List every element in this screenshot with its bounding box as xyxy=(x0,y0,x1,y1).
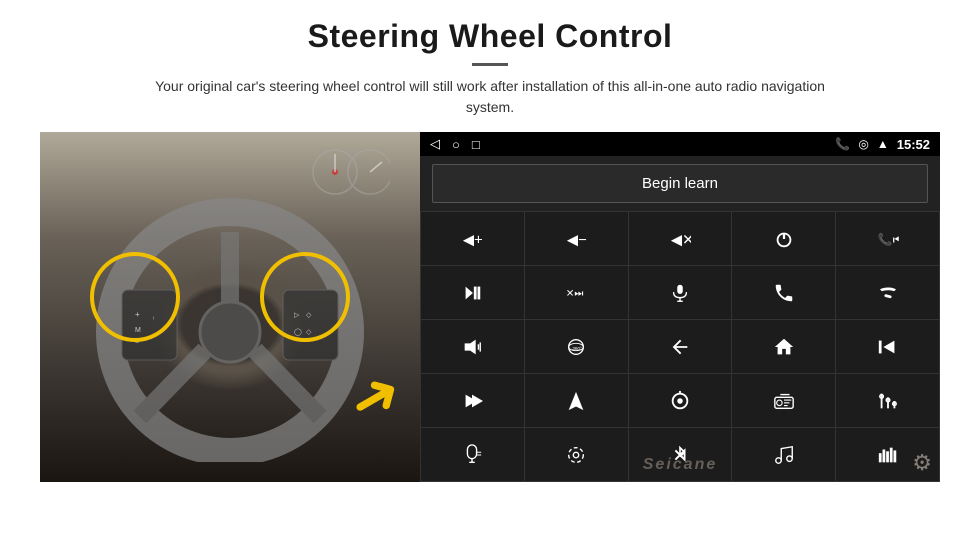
begin-learn-row: Begin learn xyxy=(420,156,940,211)
mic-button[interactable] xyxy=(629,266,732,319)
settings3-button[interactable] xyxy=(525,428,628,481)
svg-text:📞⏮: 📞⏮ xyxy=(878,231,899,246)
voice-button[interactable] xyxy=(421,428,524,481)
highlight-circle-right xyxy=(260,252,350,342)
vol-up-button[interactable]: ◀+ xyxy=(421,212,524,265)
equalizer-button[interactable] xyxy=(836,374,939,427)
music-button[interactable] xyxy=(732,428,835,481)
svg-text:◀+: ◀+ xyxy=(463,232,483,248)
control-grid: ◀+ ◀− ◀✕ xyxy=(420,211,940,482)
mute-button[interactable]: ◀✕ xyxy=(629,212,732,265)
vol-down-button[interactable]: ◀− xyxy=(525,212,628,265)
content-area: + M − ↑ ↵ ▷ ◇ ◯ ◇ ➜ ◁ xyxy=(40,132,940,482)
phone-prev-button[interactable]: 📞⏮ xyxy=(836,212,939,265)
car-image: + M − ↑ ↵ ▷ ◇ ◯ ◇ ➜ xyxy=(40,132,420,482)
home-nav-icon: ○ xyxy=(452,137,460,152)
status-bar-right: 📞 ◎ ▲ 15:52 xyxy=(835,137,930,152)
power-button[interactable] xyxy=(732,212,835,265)
status-time: 15:52 xyxy=(897,137,930,152)
highlight-circle-left xyxy=(90,252,180,342)
horn-button[interactable] xyxy=(421,320,524,373)
svg-text:✕⏭: ✕⏭ xyxy=(566,288,584,299)
title-section: Steering Wheel Control Your original car… xyxy=(40,18,940,118)
bluetooth-button[interactable] xyxy=(629,428,732,481)
svg-text:◀✕: ◀✕ xyxy=(671,232,691,248)
hangup-button[interactable] xyxy=(836,266,939,319)
surround-360-button[interactable]: 360° xyxy=(525,320,628,373)
svg-text:◀−: ◀− xyxy=(567,232,587,248)
status-bar-nav-icons: ◁ ○ □ xyxy=(430,136,480,152)
home-button[interactable] xyxy=(732,320,835,373)
page-wrapper: Steering Wheel Control Your original car… xyxy=(0,0,980,548)
recents-nav-icon: □ xyxy=(472,137,480,152)
gear-settings-icon[interactable]: ⚙ xyxy=(912,450,932,476)
call-button[interactable] xyxy=(732,266,835,319)
skip-next2-button[interactable] xyxy=(421,374,524,427)
next-track-button[interactable] xyxy=(421,266,524,319)
fast-fwd-button[interactable]: ✕⏭ xyxy=(525,266,628,319)
page-title: Steering Wheel Control xyxy=(40,18,940,55)
subtitle: Your original car's steering wheel contr… xyxy=(140,76,840,118)
status-bar: ◁ ○ □ 📞 ◎ ▲ 15:52 xyxy=(420,132,940,156)
android-screen-inner: Begin learn ◀+ ◀− ◀✕ xyxy=(420,156,940,482)
back-nav-icon: ◁ xyxy=(430,136,440,152)
back-button[interactable] xyxy=(629,320,732,373)
wifi-icon: ▲ xyxy=(877,137,889,151)
radio-button[interactable] xyxy=(732,374,835,427)
title-divider xyxy=(472,63,508,66)
source-button[interactable] xyxy=(629,374,732,427)
phone-icon: 📞 xyxy=(835,137,850,151)
svg-text:360°: 360° xyxy=(573,345,583,350)
location-icon: ◎ xyxy=(858,137,868,151)
rewind-button[interactable] xyxy=(836,320,939,373)
begin-learn-button[interactable]: Begin learn xyxy=(432,164,928,203)
android-screen: ◁ ○ □ 📞 ◎ ▲ 15:52 Begin learn xyxy=(420,132,940,482)
navigation-button[interactable] xyxy=(525,374,628,427)
